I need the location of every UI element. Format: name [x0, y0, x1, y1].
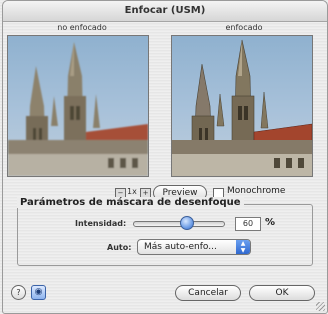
right-preview-caption: enfocado [225, 23, 263, 32]
resize-grip-icon[interactable] [316, 302, 325, 311]
left-preview-caption: no enfocado [57, 23, 107, 32]
ok-button[interactable]: OK [249, 285, 315, 301]
compare-icon[interactable]: ◉ [31, 285, 46, 300]
auto-label: Auto: [107, 243, 132, 252]
help-icon[interactable]: ? [11, 285, 26, 300]
usm-dialog: Enfocar (USM) no enfocado enfocado − 1x … [2, 0, 328, 314]
intensity-slider-thumb[interactable] [180, 216, 194, 230]
zoom-level: 1x [127, 187, 137, 196]
intensity-slider[interactable] [133, 221, 225, 227]
intensity-label: Intensidad: [75, 219, 127, 228]
unsharpened-preview[interactable] [7, 35, 149, 177]
auto-selected-value: Más auto-enfo... [144, 242, 217, 252]
monochrome-label: Monochrome [227, 186, 286, 196]
intensity-input[interactable]: 60 [235, 217, 261, 231]
popup-arrows-icon: ▲ ▼ [236, 240, 250, 254]
sharpened-preview[interactable] [171, 35, 313, 177]
parameters-group-title: Parámetros de máscara de desenfoque [17, 197, 244, 208]
unsharp-mask-parameters [17, 204, 313, 266]
intensity-unit: % [265, 217, 276, 228]
dialog-title: Enfocar (USM) [3, 1, 327, 22]
auto-popup[interactable]: Más auto-enfo... ▲ ▼ [137, 239, 251, 255]
cancel-button[interactable]: Cancelar [175, 285, 241, 301]
